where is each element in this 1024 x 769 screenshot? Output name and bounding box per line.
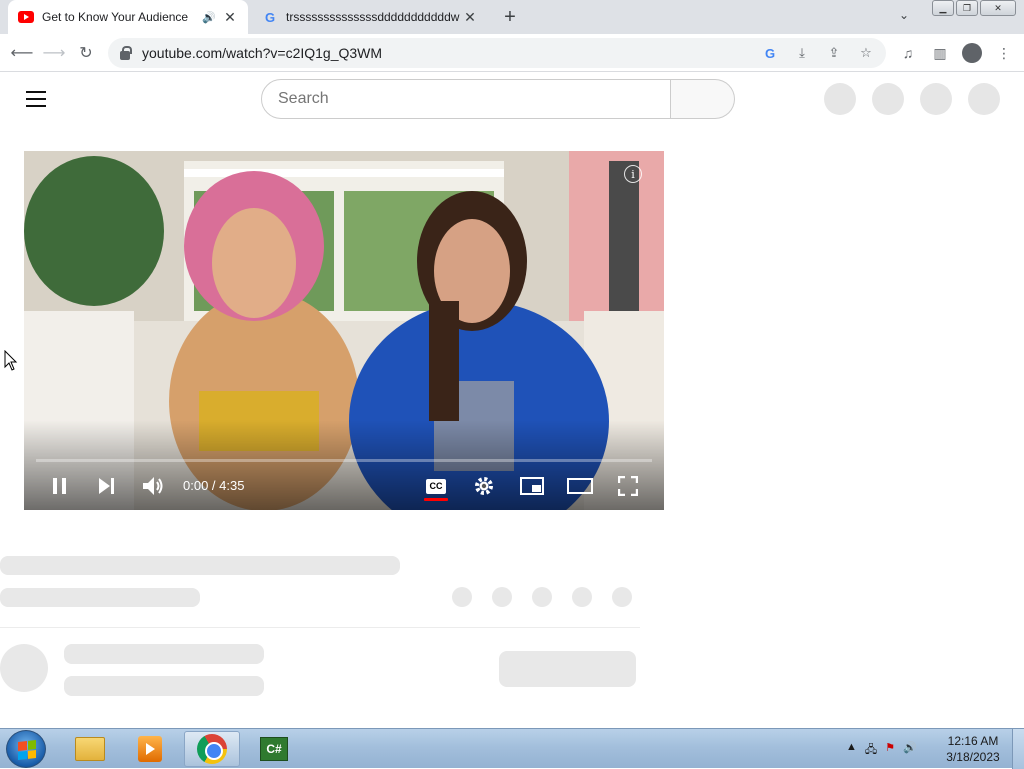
minimize-button[interactable]: ▁ xyxy=(932,0,954,16)
divider xyxy=(0,627,640,628)
start-button[interactable] xyxy=(6,730,46,768)
tab-title: Get to Know Your Audience xyxy=(42,10,189,24)
taskbar-media-player[interactable] xyxy=(122,731,178,767)
action-skeleton-icon xyxy=(572,587,592,607)
hamburger-menu-icon[interactable] xyxy=(26,91,46,107)
window-close-button[interactable]: ✕ xyxy=(980,0,1016,16)
media-control-icon[interactable]: ♫ xyxy=(896,41,920,65)
search-button[interactable] xyxy=(671,79,735,119)
taskbar-csharp[interactable]: C# xyxy=(246,731,302,767)
show-desktop-button[interactable] xyxy=(1012,729,1024,769)
player-controls: 0:00 / 4:35 CC xyxy=(24,470,664,502)
taskbar-chrome[interactable] xyxy=(184,731,240,767)
system-tray: ▲ 🖧 ⚑ 🔊 xyxy=(846,741,917,760)
settings-gear-icon[interactable] xyxy=(468,470,500,502)
tab-title: trssssssssssssssdddddddddddw xyxy=(286,10,460,24)
subtitle-skeleton xyxy=(0,588,200,607)
pause-icon[interactable] xyxy=(44,470,76,502)
tab-google[interactable]: G trssssssssssssssdddddddddddw ✕ xyxy=(252,0,488,34)
header-placeholder-icon xyxy=(824,83,856,115)
cc-active-indicator xyxy=(424,498,448,501)
volume-tray-icon[interactable]: 🔊 xyxy=(903,741,917,760)
video-player[interactable]: i 0:00 / 4:35 CC xyxy=(24,151,664,510)
miniplayer-icon[interactable] xyxy=(516,470,548,502)
share-icon[interactable]: ⇪ xyxy=(824,43,844,63)
clock-date: 3/18/2023 xyxy=(946,750,1000,764)
tab-close-icon[interactable]: ✕ xyxy=(462,9,478,25)
theater-mode-icon[interactable] xyxy=(564,470,596,502)
url-text[interactable]: youtube.com/watch?v=c2IQ1g_Q3WM xyxy=(142,45,382,61)
chrome-icon xyxy=(197,734,227,764)
youtube-page: Search i 0:00 / 4:35 CC xyxy=(0,72,1024,728)
subtitles-button[interactable]: CC xyxy=(420,470,452,502)
restore-button[interactable]: ❐ xyxy=(956,0,978,16)
csharp-icon: C# xyxy=(260,737,288,761)
tab-strip: Get to Know Your Audience 🔊 ✕ G trssssss… xyxy=(0,0,1024,34)
search-input[interactable]: Search xyxy=(261,79,671,119)
mouse-cursor-icon xyxy=(4,350,18,371)
windows-taskbar: C# ▲ 🖧 ⚑ 🔊 12:16 AM 3/18/2023 xyxy=(0,728,1024,769)
next-video-icon[interactable] xyxy=(90,470,122,502)
channel-subs-skeleton xyxy=(64,676,264,696)
clock-time: 12:16 AM xyxy=(947,734,999,748)
subscribe-skeleton xyxy=(499,651,636,687)
channel-name-skeleton xyxy=(64,644,264,664)
search-placeholder: Search xyxy=(278,90,329,107)
menu-kebab-icon[interactable]: ⋮ xyxy=(992,41,1016,65)
install-icon[interactable]: ⤓ xyxy=(792,43,812,63)
lock-icon[interactable] xyxy=(120,45,132,60)
windows-logo-icon xyxy=(18,740,36,760)
tab-audio-icon[interactable]: 🔊 xyxy=(202,11,216,24)
action-skeleton-icon xyxy=(492,587,512,607)
channel-avatar-skeleton xyxy=(0,644,48,692)
tab-youtube[interactable]: Get to Know Your Audience 🔊 ✕ xyxy=(8,0,248,34)
tab-close-icon[interactable]: ✕ xyxy=(222,9,238,25)
google-icon: G xyxy=(264,9,276,25)
action-skeleton-icon xyxy=(532,587,552,607)
media-player-icon xyxy=(138,736,162,762)
address-bar[interactable]: youtube.com/watch?v=c2IQ1g_Q3WM G ⤓ ⇪ ☆ xyxy=(108,38,886,68)
back-arrow-icon[interactable]: ⟵ xyxy=(10,41,34,65)
action-center-icon[interactable]: ⚑ xyxy=(885,741,895,760)
info-icon[interactable]: i xyxy=(624,165,642,183)
forward-arrow-icon[interactable]: ⟶ xyxy=(42,41,66,65)
tray-expand-icon[interactable]: ▲ xyxy=(846,741,857,760)
google-lens-icon[interactable]: G xyxy=(760,43,780,63)
action-skeleton-icon xyxy=(452,587,472,607)
bookmark-star-icon[interactable]: ☆ xyxy=(856,43,876,63)
side-panel-icon[interactable]: ▥ xyxy=(928,41,952,65)
header-placeholder-icon xyxy=(920,83,952,115)
window-controls: ▁ ❐ ✕ xyxy=(932,0,1016,16)
reload-icon[interactable]: ↻ xyxy=(74,41,98,65)
volume-icon[interactable] xyxy=(137,470,169,502)
profile-avatar-icon[interactable] xyxy=(960,41,984,65)
taskbar-explorer[interactable] xyxy=(62,731,118,767)
folder-icon xyxy=(75,737,105,761)
clock[interactable]: 12:16 AM 3/18/2023 xyxy=(940,733,1006,765)
header-placeholder-icon xyxy=(968,83,1000,115)
title-skeleton xyxy=(0,556,400,575)
header-placeholder-icon xyxy=(872,83,904,115)
action-skeleton-icon xyxy=(612,587,632,607)
browser-toolbar: ⟵ ⟶ ↻ youtube.com/watch?v=c2IQ1g_Q3WM G … xyxy=(0,34,1024,72)
tab-search-chevron-icon[interactable]: ⌄ xyxy=(894,8,914,26)
fullscreen-icon[interactable] xyxy=(612,470,644,502)
youtube-icon xyxy=(18,11,34,23)
cc-icon: CC xyxy=(426,478,446,494)
time-display: 0:00 / 4:35 xyxy=(183,478,245,493)
new-tab-button[interactable]: + xyxy=(498,5,522,29)
network-icon[interactable]: 🖧 xyxy=(865,741,877,760)
progress-bar[interactable] xyxy=(36,459,652,462)
